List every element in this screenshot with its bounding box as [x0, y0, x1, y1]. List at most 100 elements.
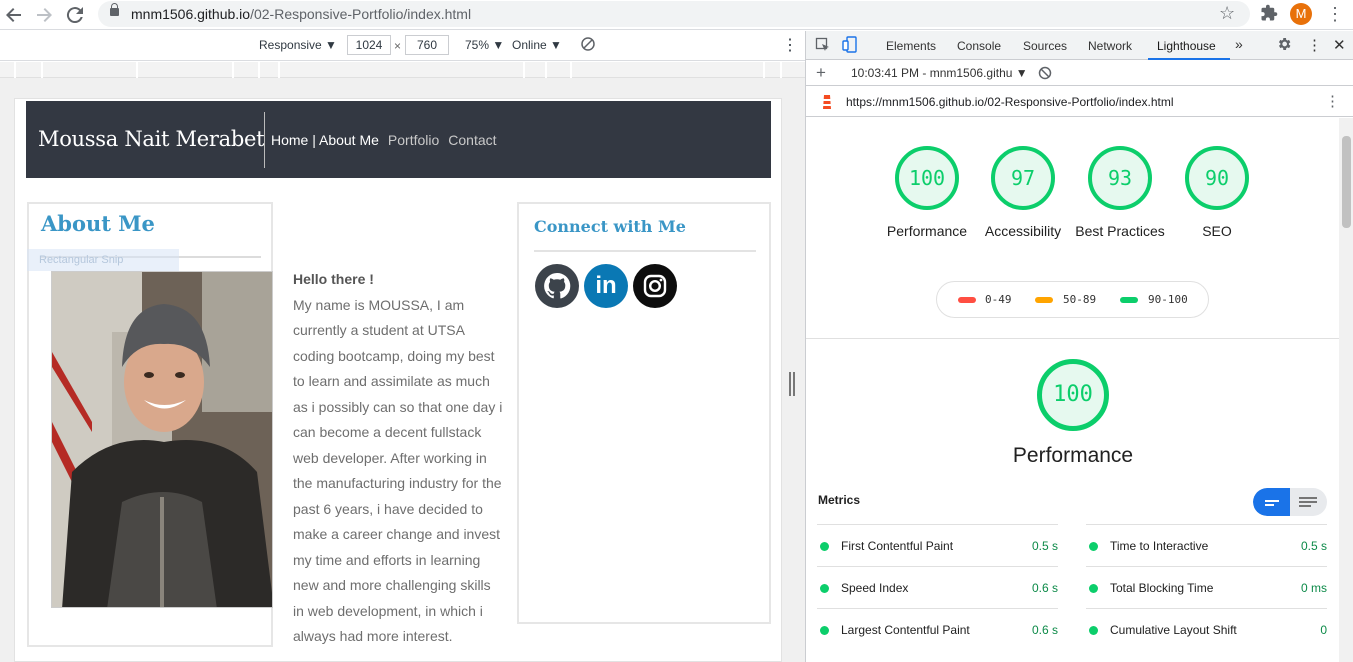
ruler-segment — [278, 62, 280, 78]
reload-icon[interactable] — [63, 3, 87, 27]
viewport-width-input[interactable]: 1024 — [347, 35, 391, 55]
metric-row: Largest Contentful Paint 0.6 s — [817, 608, 1058, 650]
score-value: 93 — [1107, 166, 1133, 190]
tab-console[interactable]: Console — [957, 39, 1001, 53]
settings-gear-icon[interactable] — [1276, 36, 1292, 55]
device-toolbar-more-icon[interactable]: ⋮ — [782, 35, 798, 55]
ruler-segment — [258, 62, 260, 78]
compact-view-button[interactable] — [1253, 488, 1290, 516]
device-select-value: Responsive — [259, 38, 322, 52]
back-arrow-icon[interactable] — [2, 3, 26, 27]
resize-handle[interactable] — [788, 372, 796, 396]
nav-portfolio[interactable]: Portfolio — [388, 132, 439, 148]
about-bio: Hello there ! My name is MOUSSA, I am cu… — [293, 267, 503, 650]
network-select-value: Online — [512, 38, 547, 52]
site-nav: Home | About Me Portfolio Contact — [271, 132, 497, 148]
score-gauge-seo[interactable]: 90 — [1185, 146, 1249, 210]
linkedin-icon[interactable]: in — [584, 264, 628, 308]
tab-lighthouse[interactable]: Lighthouse — [1157, 39, 1216, 53]
score-label: Accessibility — [984, 223, 1062, 239]
browser-toolbar: mnm1506.github.io/02-Responsive-Portfoli… — [0, 0, 1353, 30]
active-tab-indicator — [1148, 58, 1230, 60]
site-name[interactable]: Moussa Nait Merabet — [38, 127, 265, 151]
ruler-segment — [570, 62, 572, 78]
report-time: 10:03:41 PM - mnm1506.githu — [851, 66, 1013, 80]
report-menu-icon[interactable]: ⋮ — [1325, 92, 1340, 110]
report-url-bar: https://mnm1506.github.io/02-Responsive-… — [806, 87, 1353, 117]
close-devtools-icon[interactable]: ✕ — [1333, 36, 1346, 54]
extensions-puzzle-icon[interactable] — [1260, 4, 1278, 22]
portfolio-page: Moussa Nait Merabet Home | About Me Portf… — [14, 98, 782, 662]
dimension-separator: × — [394, 39, 402, 53]
metric-row: Time to Interactive 0.5 s — [1086, 524, 1327, 566]
score-label: SEO — [1202, 223, 1232, 239]
instagram-icon[interactable] — [633, 264, 677, 308]
metric-row: Speed Index 0.6 s — [817, 566, 1058, 608]
device-toolbar: Responsive ▼ 1024 × 760 75% ▼ Online ▼ ⋮ — [0, 31, 805, 61]
connect-title: Connect with Me — [534, 217, 686, 236]
browser-menu-icon[interactable]: ⋮ — [1326, 3, 1344, 25]
devtools-tabbar: Elements Console Sources Network Lightho… — [806, 31, 1353, 60]
bookmark-star-icon[interactable]: ☆ — [1219, 3, 1235, 24]
pass-dot-icon — [820, 542, 829, 551]
metrics-view-toggle[interactable] — [1253, 488, 1327, 516]
devtools-menu-icon[interactable]: ⋮ — [1307, 36, 1322, 54]
legend-label: 50-89 — [1063, 293, 1097, 306]
scrollbar-thumb[interactable] — [1342, 136, 1351, 228]
address-url: mnm1506.github.io/02-Responsive-Portfoli… — [131, 6, 471, 22]
device-select[interactable]: Responsive ▼ — [259, 38, 337, 52]
toggle-line — [1265, 500, 1279, 502]
pass-dot-icon — [820, 584, 829, 593]
network-throttle-select[interactable]: Online ▼ — [512, 38, 562, 52]
ruler-segment — [523, 62, 525, 78]
metric-name: First Contentful Paint — [841, 539, 954, 553]
header-divider — [264, 112, 265, 168]
linkedin-icon-label: in — [595, 272, 617, 299]
legend-swatch-pass — [1120, 297, 1138, 303]
pass-dot-icon — [1089, 584, 1098, 593]
metric-value: 0.6 s — [1031, 623, 1058, 637]
score-gauge-best-practices[interactable]: 93 — [1088, 146, 1152, 210]
metric-row: Total Blocking Time 0 ms — [1086, 566, 1327, 608]
report-scrollbar[interactable] — [1339, 118, 1353, 662]
more-tabs-chevron-icon[interactable]: » — [1235, 36, 1243, 52]
performance-gauge: 100 — [1037, 359, 1109, 431]
browser-window: { "browser": { "url_host": "mnm1506.gith… — [0, 0, 1353, 662]
forward-arrow-icon[interactable] — [32, 3, 56, 27]
report-url[interactable]: https://mnm1506.github.io/02-Responsive-… — [846, 95, 1174, 109]
media-query-ruler — [0, 62, 805, 78]
tab-sources[interactable]: Sources — [1023, 39, 1067, 53]
legend-label: 90-100 — [1148, 293, 1188, 306]
bio-text: My name is MOUSSA, I am currently a stud… — [293, 296, 503, 645]
performance-title: Performance — [1012, 444, 1134, 467]
metric-value: 0.5 s — [1300, 539, 1327, 553]
nav-contact[interactable]: Contact — [448, 132, 496, 148]
toggle-line — [1299, 505, 1311, 507]
profile-avatar[interactable]: M — [1290, 3, 1312, 25]
report-select[interactable]: 10:03:41 PM - mnm1506.githu ▼ — [851, 66, 1028, 80]
lighthouse-logo-icon — [820, 93, 834, 114]
tab-network[interactable]: Network — [1088, 39, 1132, 53]
viewport-height-input[interactable]: 760 — [405, 35, 449, 55]
emulated-viewport: Moussa Nait Merabet Home | About Me Portf… — [0, 78, 805, 662]
ruler-segment — [14, 62, 16, 78]
nav-home-about[interactable]: Home | About Me — [271, 132, 379, 148]
toggle-line — [1265, 504, 1274, 506]
rotate-icon[interactable] — [580, 36, 596, 55]
url-path: /02-Responsive-Portfolio/index.html — [250, 6, 472, 22]
address-bar[interactable]: mnm1506.github.io/02-Responsive-Portfoli… — [98, 1, 1250, 27]
clear-reports-icon[interactable] — [1038, 66, 1052, 83]
inspect-element-icon[interactable] — [815, 37, 831, 56]
lighthouse-toolbar: + 10:03:41 PM - mnm1506.githu ▼ — [806, 61, 1353, 86]
tab-elements[interactable]: Elements — [886, 39, 936, 53]
score-gauge-performance[interactable]: 100 — [895, 146, 959, 210]
zoom-select[interactable]: 75% ▼ — [465, 38, 504, 52]
score-value: 97 — [1010, 166, 1036, 190]
score-gauge-accessibility[interactable]: 97 — [991, 146, 1055, 210]
new-report-plus-icon[interactable]: + — [816, 63, 826, 83]
device-toggle-icon[interactable] — [842, 36, 858, 57]
site-header: Moussa Nait Merabet Home | About Me Portf… — [26, 101, 771, 178]
github-icon[interactable] — [535, 264, 579, 308]
ruler-segment — [136, 62, 138, 78]
profile-photo — [51, 271, 273, 608]
